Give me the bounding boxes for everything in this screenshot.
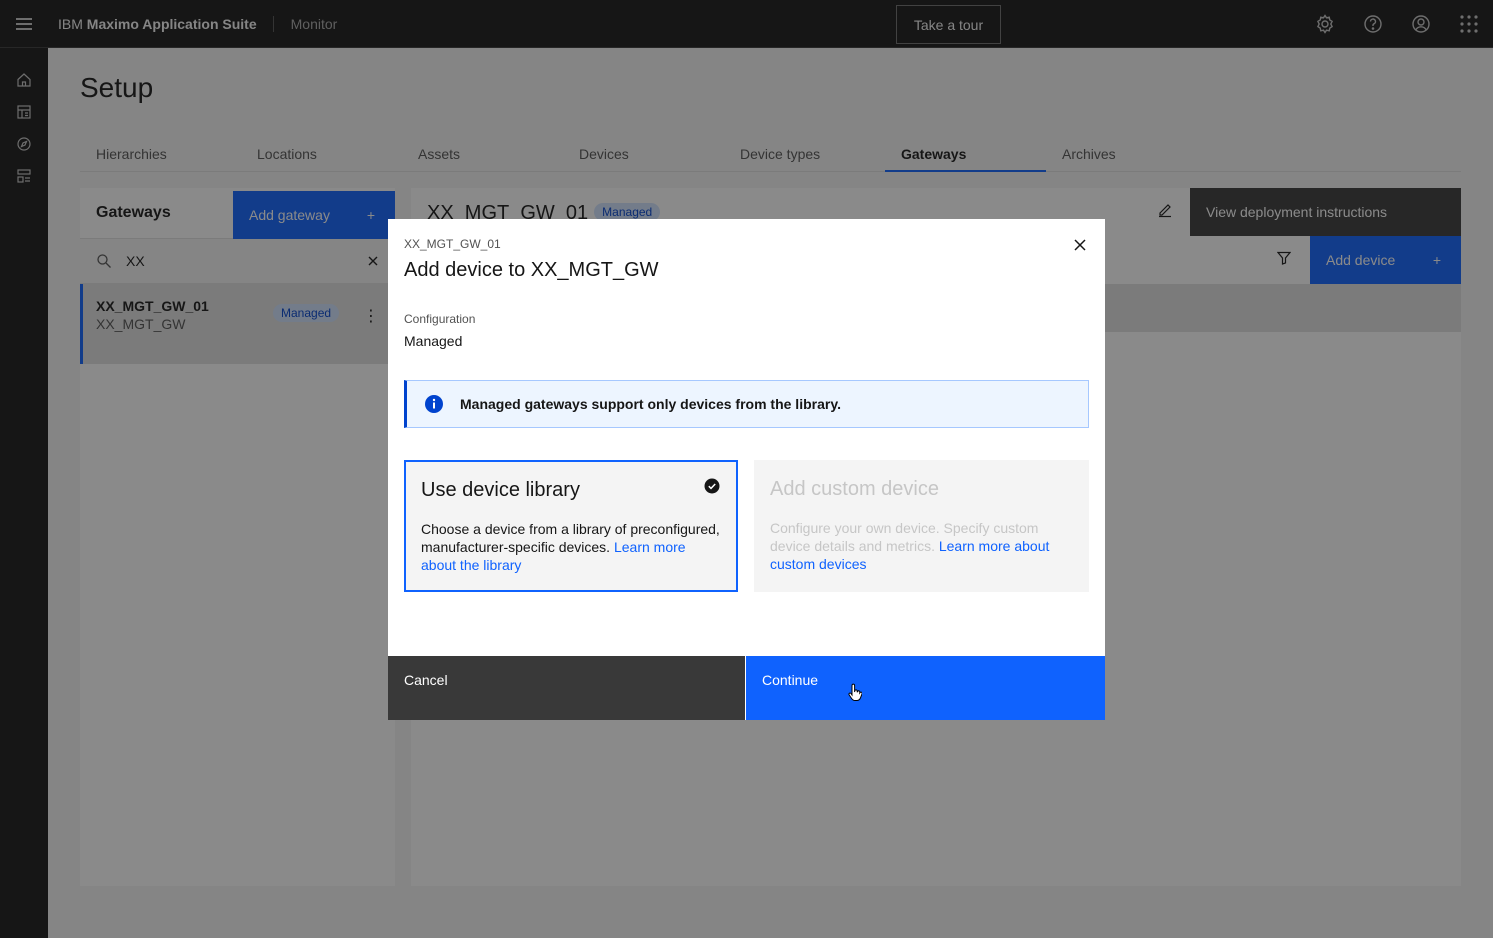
info-notification: Managed gateways support only devices fr… bbox=[404, 380, 1089, 428]
hand-cursor-icon bbox=[848, 683, 862, 701]
add-custom-device-tile: Add custom device Configure your own dev… bbox=[754, 460, 1089, 592]
configuration-label: Configuration bbox=[404, 312, 476, 326]
tile-title: Add custom device bbox=[770, 478, 939, 500]
continue-button[interactable]: Continue bbox=[746, 656, 1105, 720]
info-icon bbox=[425, 395, 443, 413]
checkmark-icon bbox=[704, 478, 720, 494]
configuration-value: Managed bbox=[404, 333, 463, 349]
cancel-button[interactable]: Cancel bbox=[388, 656, 745, 720]
tile-description: Choose a device from a library of precon… bbox=[421, 521, 720, 573]
tile-title: Use device library bbox=[421, 479, 580, 501]
modal-label: XX_MGT_GW_01 bbox=[404, 237, 501, 251]
use-device-library-tile[interactable]: Use device library Choose a device from … bbox=[404, 460, 738, 592]
notification-text: Managed gateways support only devices fr… bbox=[460, 396, 841, 412]
close-icon[interactable] bbox=[1068, 233, 1092, 257]
modal-title: Add device to XX_MGT_GW bbox=[404, 259, 659, 281]
add-device-modal: XX_MGT_GW_01 Add device to XX_MGT_GW Con… bbox=[388, 219, 1105, 720]
tile-description: Configure your own device. Specify custo… bbox=[770, 520, 1050, 572]
